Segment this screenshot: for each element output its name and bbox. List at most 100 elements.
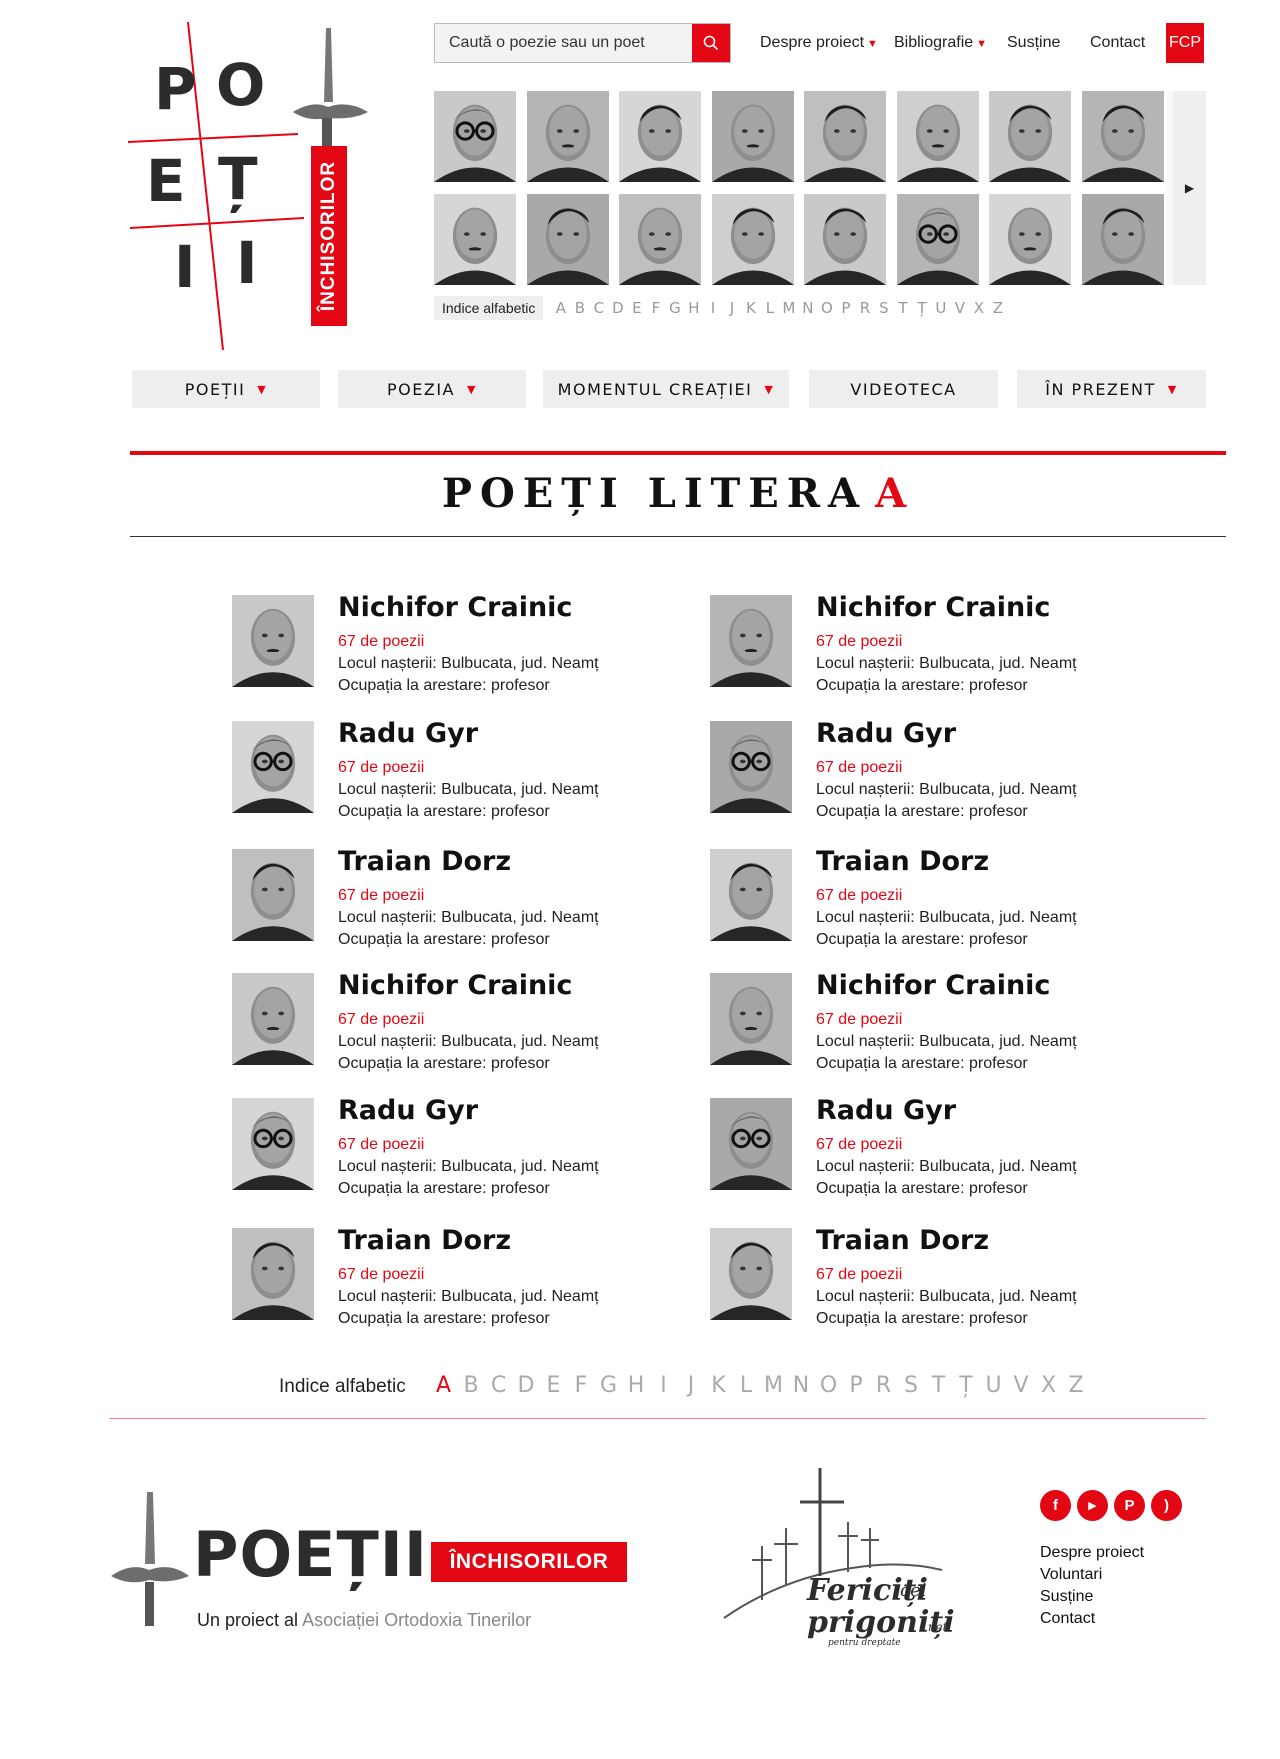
poem-count[interactable]: 67 de poezii — [338, 759, 424, 777]
alpha-letter[interactable]: G — [665, 299, 684, 317]
alpha-letter[interactable]: S — [897, 1373, 925, 1398]
portrait-thumb[interactable] — [711, 194, 794, 285]
poet-name[interactable]: Nichifor Crainic — [338, 970, 572, 1001]
poem-count[interactable]: 67 de poezii — [816, 887, 902, 905]
alpha-letter[interactable]: I — [650, 1373, 678, 1398]
topnav-contact[interactable]: Contact — [1090, 34, 1145, 52]
footer-link-voluntari[interactable]: Voluntari — [1040, 1564, 1144, 1586]
menu-poezia[interactable]: POEZIA ▼ — [338, 370, 526, 408]
portrait-thumb[interactable] — [619, 91, 701, 182]
alpha-letter[interactable]: F — [567, 1373, 595, 1398]
poet-photo[interactable] — [710, 1228, 792, 1320]
alpha-letter[interactable]: M — [760, 1373, 788, 1398]
paypal-icon[interactable]: P — [1114, 1490, 1145, 1521]
alpha-letter[interactable]: N — [787, 1373, 815, 1398]
portrait-thumb[interactable] — [434, 91, 516, 182]
alpha-letter[interactable]: T — [925, 1373, 953, 1398]
portrait-thumb[interactable] — [896, 194, 979, 285]
alpha-letter[interactable]: G — [595, 1373, 623, 1398]
poet-name[interactable]: Radu Gyr — [816, 718, 956, 749]
search-button[interactable] — [692, 24, 730, 62]
alpha-letter[interactable]: J — [722, 299, 741, 317]
poet-name[interactable]: Traian Dorz — [816, 1225, 989, 1256]
alpha-index-label[interactable]: Indice alfabetic — [434, 295, 544, 320]
portrait-thumb[interactable] — [989, 194, 1071, 285]
topnav-bibliografie[interactable]: Bibliografie ▼ — [894, 34, 987, 52]
poet-photo[interactable] — [710, 595, 792, 687]
youtube-icon[interactable]: ▶ — [1077, 1490, 1108, 1521]
poet-photo[interactable] — [710, 721, 792, 813]
partner-logo[interactable]: Fericiți cei prigoniți .net pentru drept… — [722, 1468, 962, 1648]
poet-name[interactable]: Traian Dorz — [338, 1225, 511, 1256]
alpha-letter[interactable]: V — [950, 299, 969, 317]
alpha-letter[interactable]: A — [430, 1373, 458, 1398]
alpha-letter[interactable]: L — [760, 299, 779, 317]
poet-name[interactable]: Traian Dorz — [816, 846, 989, 877]
poet-name[interactable]: Radu Gyr — [338, 718, 478, 749]
alpha-letter[interactable]: K — [705, 1373, 733, 1398]
poet-photo[interactable] — [232, 849, 314, 941]
alpha-letter[interactable]: L — [732, 1373, 760, 1398]
alpha-letter[interactable]: Ț — [952, 1373, 980, 1398]
alpha-letter[interactable]: P — [842, 1373, 870, 1398]
rss-icon[interactable]: ) — [1151, 1490, 1182, 1521]
poet-photo[interactable] — [232, 721, 314, 813]
alpha-letter[interactable]: K — [741, 299, 760, 317]
association-link[interactable]: Asociației Ortodoxia Tinerilor — [302, 1610, 531, 1630]
alpha-letter[interactable]: J — [677, 1373, 705, 1398]
poem-count[interactable]: 67 de poezii — [816, 1266, 902, 1284]
menu-in-prezent[interactable]: ÎN PREZENT ▼ — [1017, 370, 1206, 408]
poem-count[interactable]: 67 de poezii — [816, 759, 902, 777]
alpha-letter[interactable]: X — [969, 299, 988, 317]
poet-photo[interactable] — [710, 973, 792, 1065]
footer-link-sustine[interactable]: Susține — [1040, 1586, 1144, 1608]
footer-logo[interactable]: POEȚII ÎNCHISORILOR Un proiect al Asocia… — [109, 1492, 629, 1632]
alpha-letter[interactable]: M — [779, 299, 798, 317]
portrait-thumb[interactable] — [804, 91, 886, 182]
portrait-thumb[interactable] — [434, 194, 516, 285]
portrait-thumb[interactable] — [989, 91, 1071, 182]
poem-count[interactable]: 67 de poezii — [338, 633, 424, 651]
topnav-sustine[interactable]: Susține — [1007, 34, 1060, 52]
alpha-letter[interactable]: F — [646, 299, 665, 317]
alpha-letter[interactable]: A — [551, 299, 570, 317]
footer-link-contact[interactable]: Contact — [1040, 1608, 1144, 1630]
alpha-letter[interactable]: O — [815, 1373, 843, 1398]
alpha-letter[interactable]: C — [589, 299, 608, 317]
alpha-letter[interactable]: D — [608, 299, 627, 317]
alpha-letter[interactable]: N — [798, 299, 817, 317]
portrait-thumb[interactable] — [1081, 194, 1164, 285]
poet-name[interactable]: Nichifor Crainic — [338, 592, 572, 623]
alpha-letter[interactable]: V — [1007, 1373, 1035, 1398]
poet-photo[interactable] — [710, 1098, 792, 1190]
poet-photo[interactable] — [710, 849, 792, 941]
portrait-thumb[interactable] — [526, 91, 609, 182]
poem-count[interactable]: 67 de poezii — [338, 1136, 424, 1154]
alpha-letter[interactable]: Z — [1062, 1373, 1090, 1398]
alpha-letter[interactable]: C — [485, 1373, 513, 1398]
alpha-letter[interactable]: Ț — [912, 299, 931, 317]
footer-link-despre-proiect[interactable]: Despre proiect — [1040, 1542, 1144, 1564]
site-logo[interactable]: P O E Ț I I ÎNCHISORILOR — [128, 22, 378, 352]
menu-videoteca[interactable]: VIDEOTECA — [809, 370, 998, 408]
poet-name[interactable]: Radu Gyr — [816, 1095, 956, 1126]
alpha-letter[interactable]: D — [512, 1373, 540, 1398]
poet-name[interactable]: Nichifor Crainic — [816, 592, 1050, 623]
portrait-thumb[interactable] — [619, 194, 701, 285]
alpha-letter[interactable]: R — [870, 1373, 898, 1398]
poem-count[interactable]: 67 de poezii — [816, 1136, 902, 1154]
poet-photo[interactable] — [232, 1228, 314, 1320]
alpha-letter[interactable]: H — [684, 299, 703, 317]
alpha-letter[interactable]: E — [627, 299, 646, 317]
poet-name[interactable]: Nichifor Crainic — [816, 970, 1050, 1001]
topnav-despre-proiect[interactable]: Despre proiect ▼ — [760, 34, 878, 52]
alpha-letter[interactable]: I — [703, 299, 722, 317]
poem-count[interactable]: 67 de poezii — [816, 633, 902, 651]
poet-photo[interactable] — [232, 973, 314, 1065]
carousel-next-button[interactable]: ▶ — [1167, 91, 1206, 285]
portrait-thumb[interactable] — [804, 194, 886, 285]
alpha-letter[interactable]: H — [622, 1373, 650, 1398]
alpha-letter[interactable]: X — [1035, 1373, 1063, 1398]
alpha-letter[interactable]: T — [893, 299, 912, 317]
alpha-letter[interactable]: S — [874, 299, 893, 317]
